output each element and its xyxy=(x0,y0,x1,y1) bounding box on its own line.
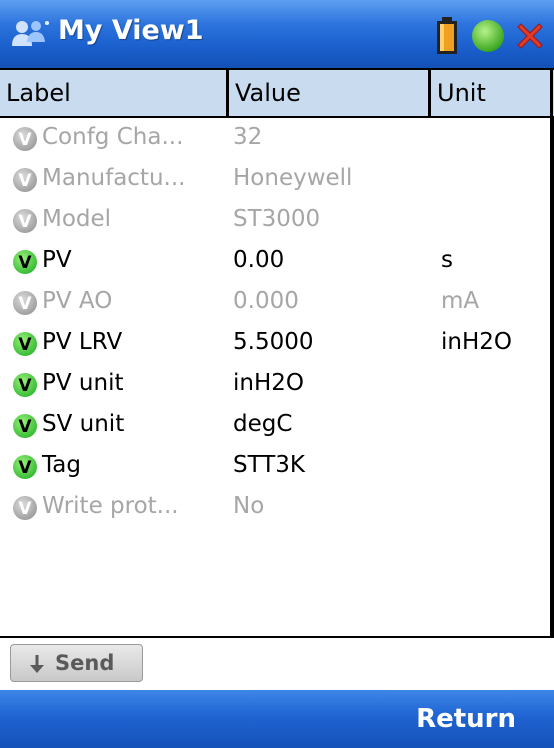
close-icon[interactable] xyxy=(512,18,548,54)
column-header-label[interactable]: Label xyxy=(0,70,226,116)
title-bar: My View1 xyxy=(0,0,554,68)
svg-text:V: V xyxy=(18,458,32,478)
row-label: Tag xyxy=(42,452,81,478)
table-row[interactable]: V Tag STT3K xyxy=(0,446,554,486)
column-header-value[interactable]: Value xyxy=(226,70,428,116)
check-v-icon: V xyxy=(12,413,38,439)
status-dot-icon[interactable] xyxy=(470,18,506,54)
row-label: PV LRV xyxy=(42,329,123,355)
arrow-down-icon xyxy=(30,655,44,673)
svg-text:V: V xyxy=(18,417,32,437)
row-value: inH2O xyxy=(233,370,304,396)
check-v-icon: V xyxy=(12,372,38,398)
row-value: 32 xyxy=(233,124,263,150)
table-row[interactable]: V Manufactu... Honeywell xyxy=(0,159,554,199)
parameter-list: V Confg Cha... 32 V Manufactu... Honeywe… xyxy=(0,118,554,636)
action-bar: Send xyxy=(0,638,554,690)
check-v-icon: V xyxy=(12,495,38,521)
battery-icon xyxy=(437,17,457,54)
row-label: Manufactu... xyxy=(42,165,186,191)
table-header: Label Value Unit xyxy=(0,68,554,118)
table-row[interactable]: V PV LRV 5.5000 inH2O xyxy=(0,323,554,363)
row-value: 0.00 xyxy=(233,247,285,273)
softkey-bar: Return xyxy=(0,690,554,748)
svg-text:V: V xyxy=(18,499,32,519)
svg-text:V: V xyxy=(18,294,32,314)
svg-text:V: V xyxy=(18,376,32,396)
check-v-icon: V xyxy=(12,167,38,193)
send-button[interactable]: Send xyxy=(10,644,143,682)
column-header-unit[interactable]: Unit xyxy=(428,70,550,116)
check-v-icon: V xyxy=(12,126,38,152)
table-row[interactable]: V Confg Cha... 32 xyxy=(0,118,554,158)
row-value: 5.5000 xyxy=(233,329,314,355)
table-row[interactable]: V PV unit inH2O xyxy=(0,364,554,404)
table-row[interactable]: V SV unit degC xyxy=(0,405,554,445)
list-right-border xyxy=(550,118,554,636)
check-v-icon: V xyxy=(12,331,38,357)
table-row[interactable]: V Write prot... No xyxy=(0,487,554,527)
check-v-icon: V xyxy=(12,208,38,234)
row-unit: mA xyxy=(441,288,480,314)
table-row[interactable]: V Model ST3000 xyxy=(0,200,554,240)
row-value: degC xyxy=(233,411,293,437)
row-label: PV AO xyxy=(42,288,113,314)
row-label: Write prot... xyxy=(42,493,179,519)
row-unit: inH2O xyxy=(441,329,512,355)
window-title: My View1 xyxy=(58,15,204,46)
row-value: STT3K xyxy=(233,452,306,478)
row-value: ST3000 xyxy=(233,206,321,232)
row-value: No xyxy=(233,493,265,519)
table-row[interactable]: V PV 0.00 s xyxy=(0,241,554,281)
row-unit: s xyxy=(441,247,453,273)
row-value: 0.000 xyxy=(233,288,299,314)
row-label: PV unit xyxy=(42,370,124,396)
svg-text:V: V xyxy=(18,335,32,355)
row-label: SV unit xyxy=(42,411,125,437)
svg-text:V: V xyxy=(18,212,32,232)
check-v-icon: V xyxy=(12,290,38,316)
people-icon xyxy=(12,21,49,46)
row-label: Confg Cha... xyxy=(42,124,184,150)
check-v-icon: V xyxy=(12,454,38,480)
svg-text:V: V xyxy=(18,253,32,273)
send-label: Send xyxy=(55,651,115,675)
svg-text:V: V xyxy=(18,130,32,150)
check-v-icon: V xyxy=(12,249,38,275)
return-button[interactable]: Return xyxy=(416,704,516,734)
row-value: Honeywell xyxy=(233,165,353,191)
table-row[interactable]: V PV AO 0.000 mA xyxy=(0,282,554,322)
column-header-end xyxy=(550,70,554,116)
row-label: Model xyxy=(42,206,112,232)
row-label: PV xyxy=(42,247,72,273)
svg-text:V: V xyxy=(18,171,32,191)
